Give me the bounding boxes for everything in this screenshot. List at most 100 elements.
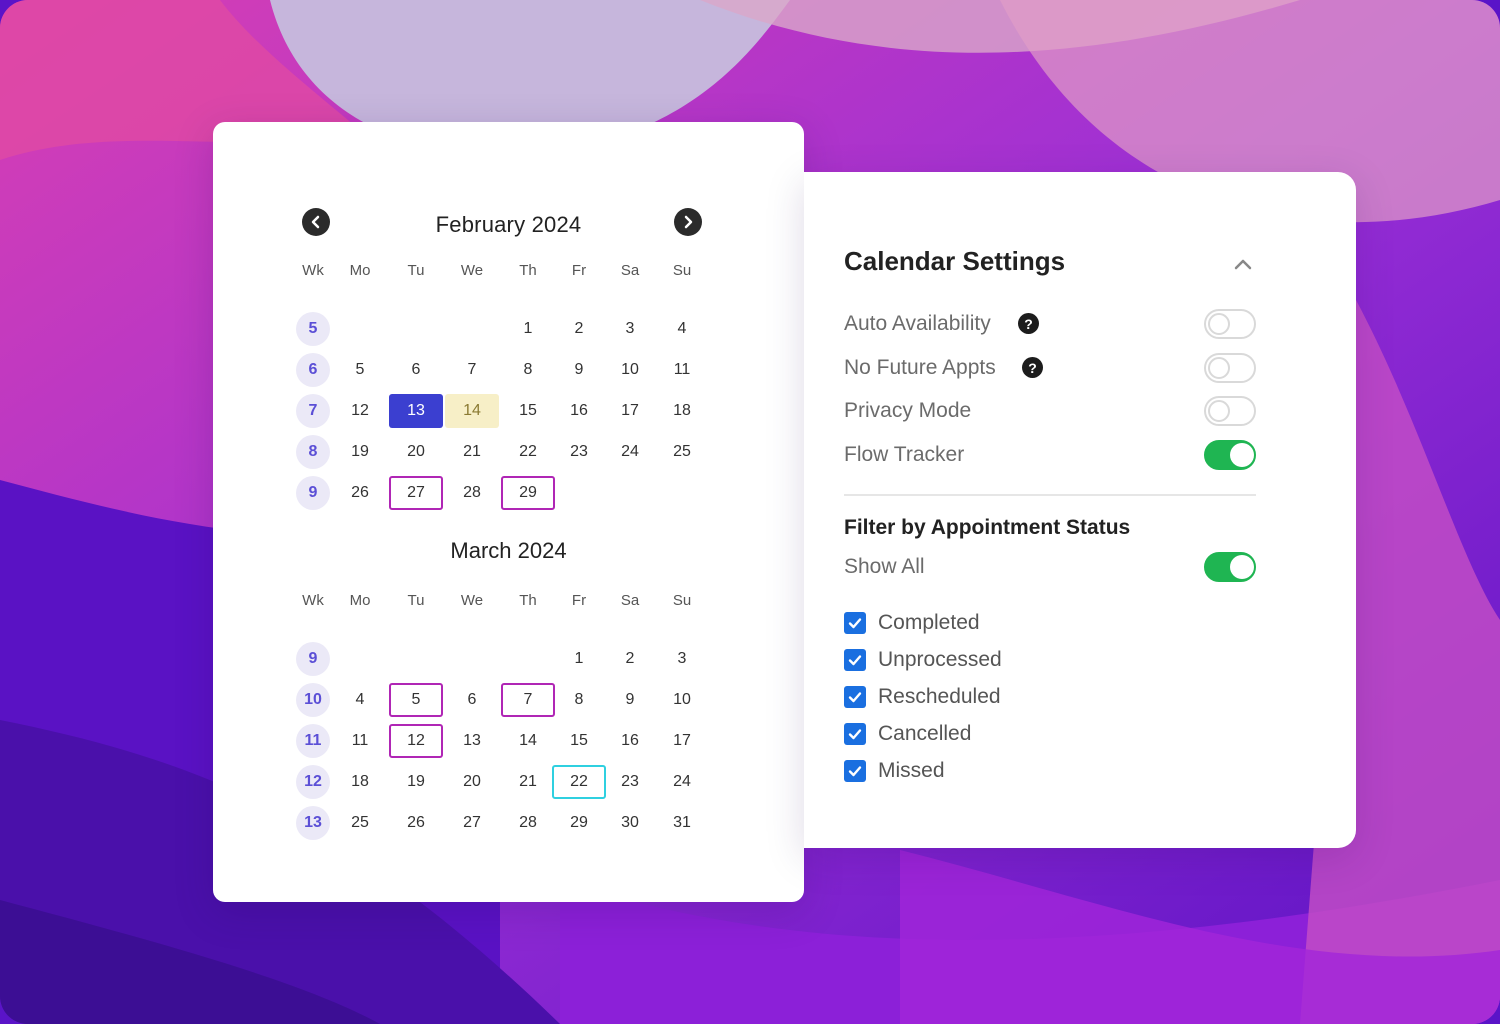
calendar-day[interactable]: 23 — [603, 765, 657, 799]
calendar-day[interactable]: 21 — [501, 765, 555, 799]
help-icon[interactable]: ? — [1022, 357, 1043, 378]
calendar-day[interactable]: 23 — [552, 435, 606, 469]
calendar-day[interactable]: 7 — [445, 353, 499, 387]
checkbox[interactable] — [844, 612, 866, 634]
week-number[interactable]: 12 — [296, 765, 330, 799]
calendar-day[interactable]: 16 — [603, 724, 657, 758]
checkbox[interactable] — [844, 723, 866, 745]
calendar-day[interactable]: 13 — [445, 724, 499, 758]
calendar-day[interactable]: 30 — [603, 806, 657, 840]
status-checkbox-row[interactable]: Unprocessed — [844, 646, 1002, 674]
calendar-day[interactable]: 8 — [552, 683, 606, 717]
month-title: March 2024 — [450, 538, 567, 563]
status-label: Cancelled — [878, 722, 972, 745]
calendar-day[interactable]: 9 — [603, 683, 657, 717]
setting-label: Privacy Mode — [844, 399, 972, 422]
calendar-day[interactable]: 18 — [333, 765, 387, 799]
setting-toggle[interactable] — [1204, 440, 1256, 470]
calendar-day[interactable]: 7 — [501, 683, 555, 717]
calendar-day[interactable]: 5 — [333, 353, 387, 387]
collapse-button[interactable] — [1228, 252, 1258, 276]
calendar-day[interactable]: 4 — [655, 312, 709, 346]
calendar-day[interactable]: 21 — [445, 435, 499, 469]
calendar-day[interactable]: 6 — [445, 683, 499, 717]
calendar-day[interactable]: 8 — [501, 353, 555, 387]
calendar-day[interactable]: 20 — [389, 435, 443, 469]
calendar-day[interactable]: 12 — [333, 394, 387, 428]
calendar-day[interactable]: 26 — [333, 476, 387, 510]
calendar-day[interactable]: 22 — [501, 435, 555, 469]
calendar-day[interactable]: 16 — [552, 394, 606, 428]
show-all-toggle[interactable] — [1204, 552, 1256, 582]
weekday-header: We — [460, 262, 484, 279]
calendar-day[interactable]: 15 — [552, 724, 606, 758]
help-icon[interactable]: ? — [1018, 313, 1039, 334]
week-number[interactable]: 10 — [296, 683, 330, 717]
calendar-day[interactable]: 10 — [603, 353, 657, 387]
weekday-header: Wk — [302, 262, 324, 279]
calendar-day[interactable]: 5 — [389, 683, 443, 717]
weekday-header: Wk — [302, 592, 324, 609]
calendar-day[interactable]: 29 — [552, 806, 606, 840]
calendar-day[interactable]: 6 — [389, 353, 443, 387]
calendar-day[interactable]: 14 — [501, 724, 555, 758]
show-all-label: Show All — [844, 555, 925, 578]
calendar-day[interactable]: 3 — [603, 312, 657, 346]
week-number[interactable]: 5 — [296, 312, 330, 346]
calendar-day[interactable]: 13 — [389, 394, 443, 428]
calendar-day[interactable]: 19 — [389, 765, 443, 799]
calendar-day[interactable]: 18 — [655, 394, 709, 428]
week-number[interactable]: 9 — [296, 476, 330, 510]
calendar-day[interactable]: 4 — [333, 683, 387, 717]
week-number[interactable]: 13 — [296, 806, 330, 840]
calendar-day[interactable]: 28 — [445, 476, 499, 510]
calendar-day[interactable]: 1 — [552, 642, 606, 676]
calendar-day[interactable]: 11 — [333, 724, 387, 758]
status-checkbox-row[interactable]: Cancelled — [844, 720, 971, 748]
setting-toggle[interactable] — [1204, 309, 1256, 339]
weekday-header: We — [460, 592, 484, 609]
calendar-day[interactable]: 27 — [389, 476, 443, 510]
calendar-day[interactable]: 31 — [655, 806, 709, 840]
setting-row: No Future Appts? — [844, 351, 1256, 385]
calendar-day[interactable]: 19 — [333, 435, 387, 469]
calendar-day[interactable]: 25 — [655, 435, 709, 469]
calendar-day[interactable]: 15 — [501, 394, 555, 428]
calendar-day[interactable]: 24 — [655, 765, 709, 799]
calendar-day[interactable]: 17 — [603, 394, 657, 428]
calendar-day[interactable]: 12 — [389, 724, 443, 758]
status-checkbox-row[interactable]: Rescheduled — [844, 683, 1001, 711]
calendar-day[interactable]: 29 — [501, 476, 555, 510]
weekday-header: Th — [519, 592, 537, 609]
calendar-day[interactable]: 3 — [655, 642, 709, 676]
calendar-day[interactable]: 9 — [552, 353, 606, 387]
calendar-day[interactable]: 14 — [445, 394, 499, 428]
week-number[interactable]: 7 — [296, 394, 330, 428]
setting-toggle[interactable] — [1204, 396, 1256, 426]
next-month-button[interactable] — [674, 208, 702, 236]
calendar-day[interactable]: 1 — [501, 312, 555, 346]
week-number[interactable]: 9 — [296, 642, 330, 676]
calendar-day[interactable]: 22 — [552, 765, 606, 799]
calendar-day[interactable]: 17 — [655, 724, 709, 758]
check-icon — [848, 692, 862, 703]
calendar-day[interactable]: 2 — [603, 642, 657, 676]
calendar-day[interactable]: 10 — [655, 683, 709, 717]
setting-toggle[interactable] — [1204, 353, 1256, 383]
checkbox[interactable] — [844, 686, 866, 708]
calendar-day[interactable]: 25 — [333, 806, 387, 840]
calendar-day[interactable]: 26 — [389, 806, 443, 840]
calendar-day[interactable]: 27 — [445, 806, 499, 840]
week-number[interactable]: 11 — [296, 724, 330, 758]
calendar-day[interactable]: 24 — [603, 435, 657, 469]
calendar-day[interactable]: 20 — [445, 765, 499, 799]
calendar-day[interactable]: 11 — [655, 353, 709, 387]
status-checkbox-row[interactable]: Completed — [844, 609, 980, 637]
week-number[interactable]: 6 — [296, 353, 330, 387]
week-number[interactable]: 8 — [296, 435, 330, 469]
calendar-day[interactable]: 28 — [501, 806, 555, 840]
status-checkbox-row[interactable]: Missed — [844, 757, 945, 785]
checkbox[interactable] — [844, 760, 866, 782]
calendar-day[interactable]: 2 — [552, 312, 606, 346]
checkbox[interactable] — [844, 649, 866, 671]
